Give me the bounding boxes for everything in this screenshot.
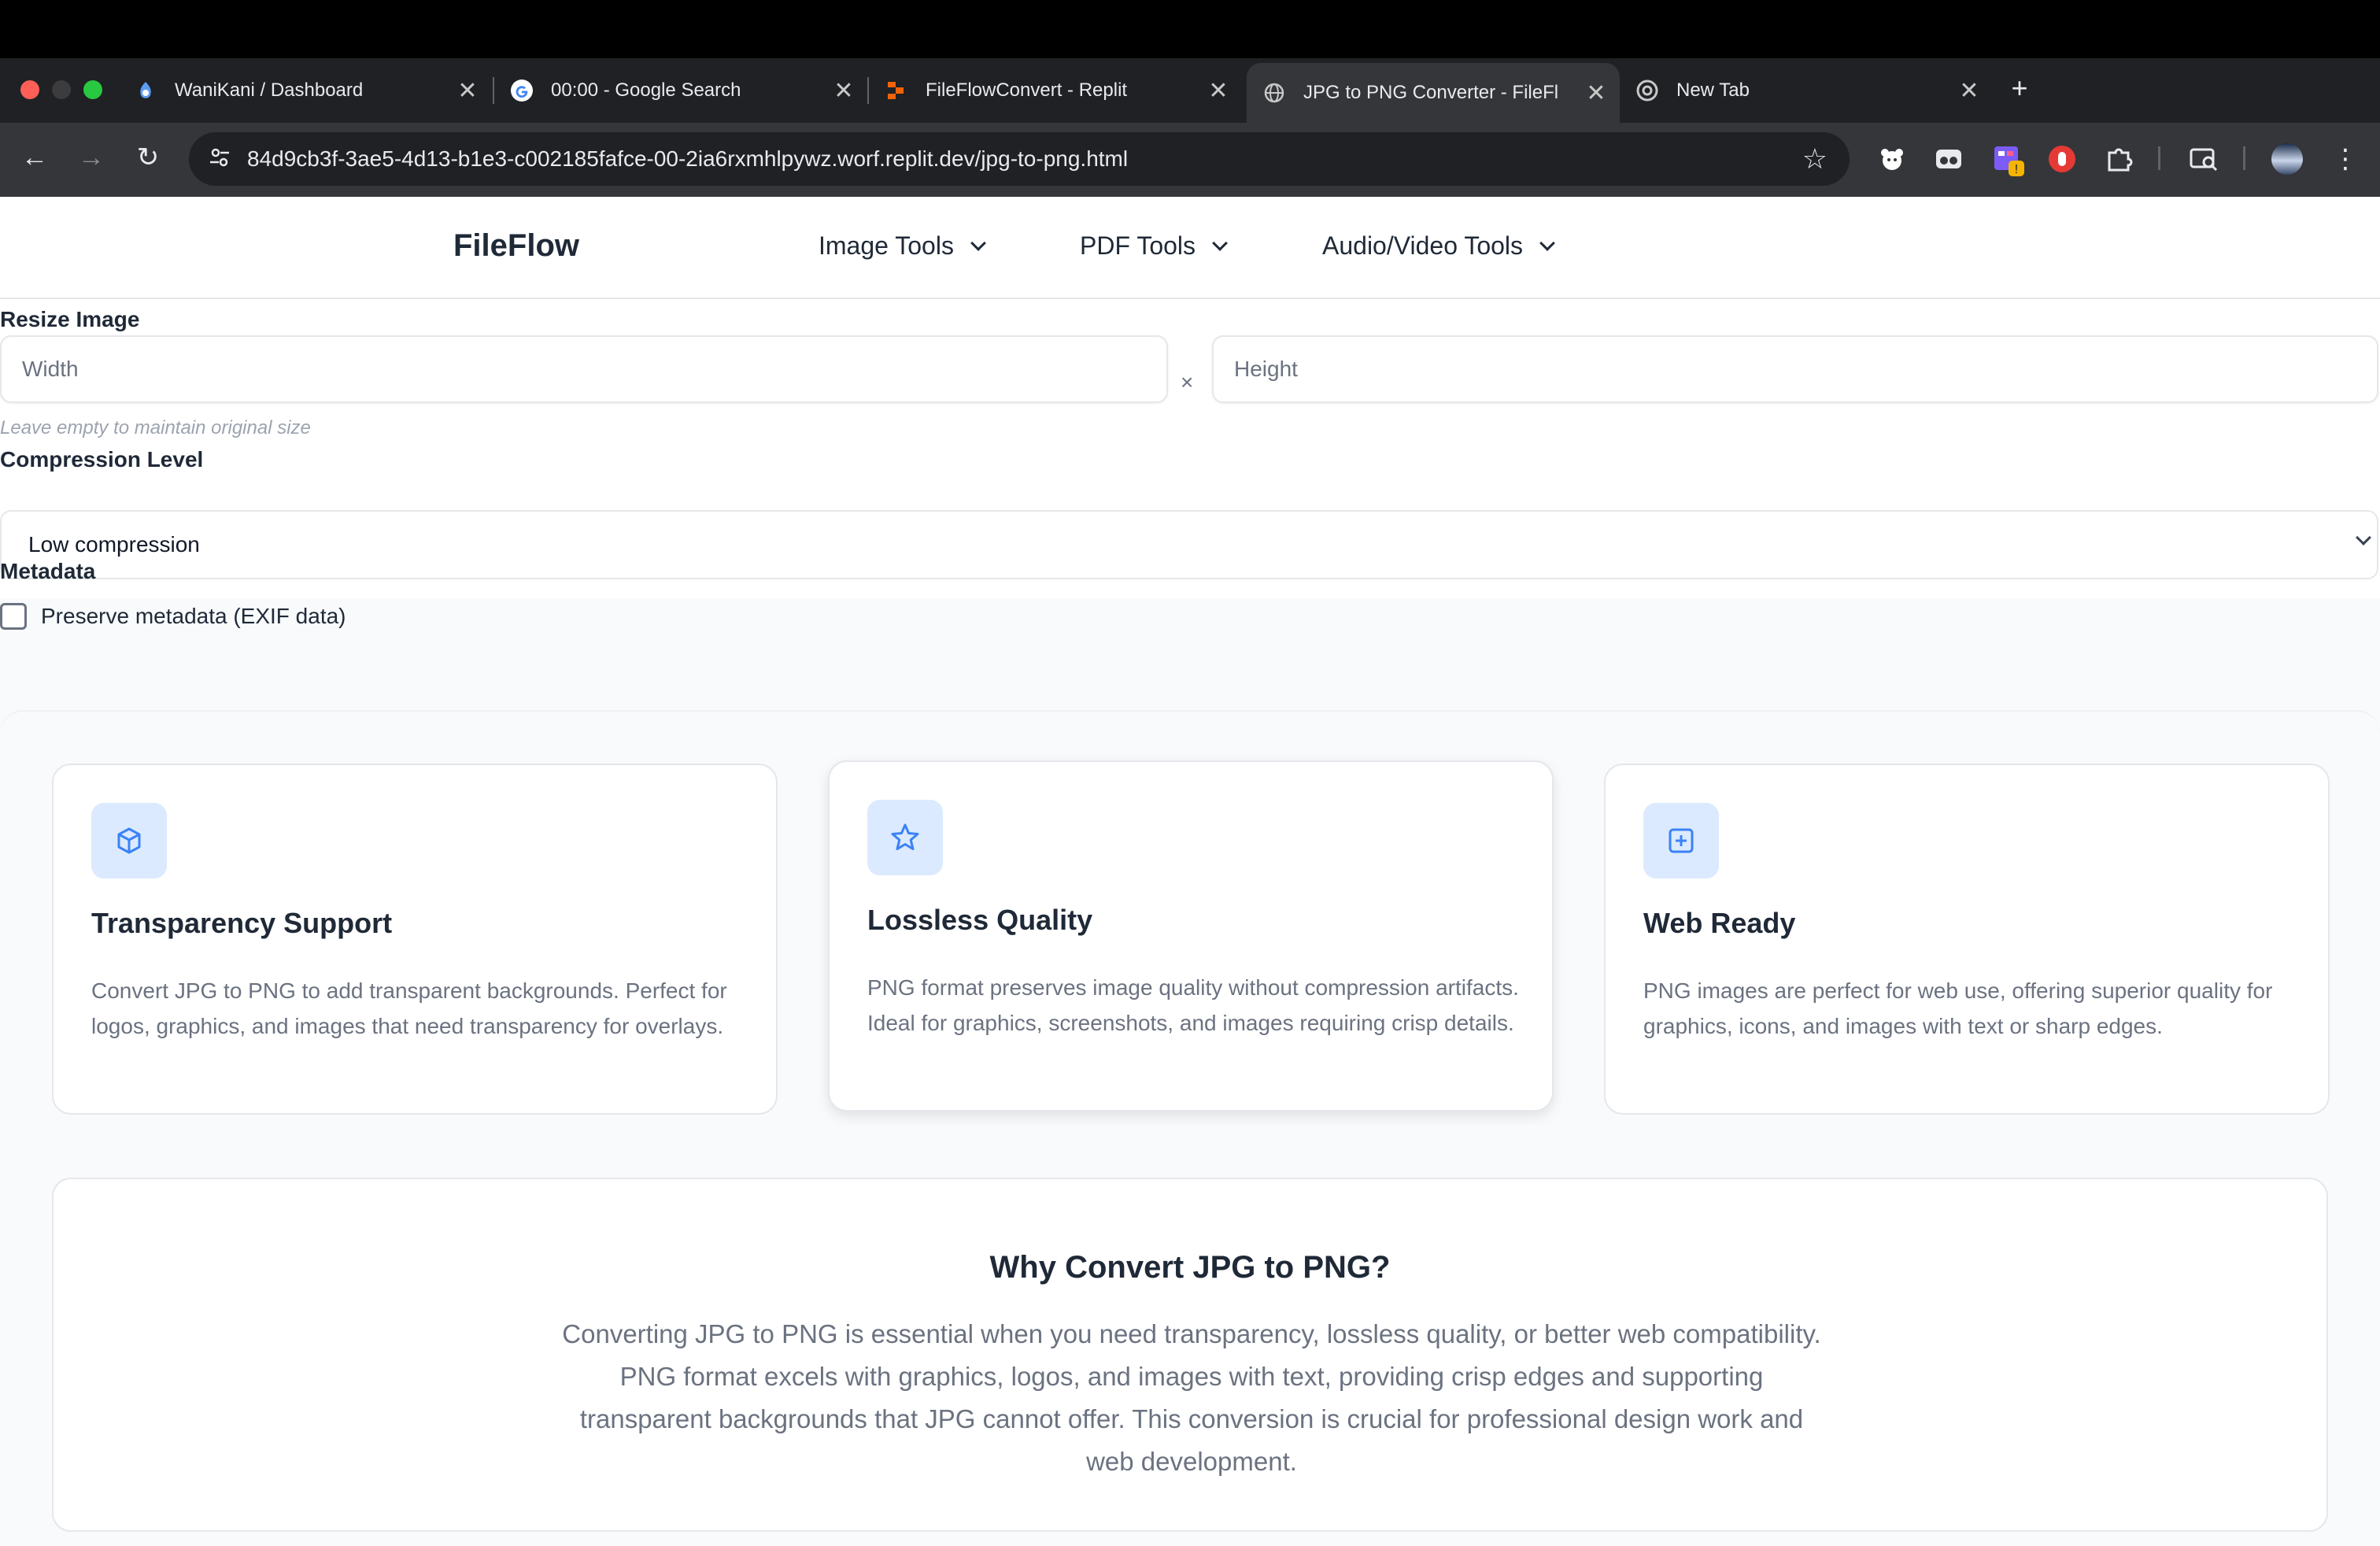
nav-image-tools[interactable]: Image Tools: [819, 231, 986, 261]
tab-replit[interactable]: FileFlowConvert - Replit ✕: [869, 63, 1242, 118]
globe-icon: [1262, 81, 1286, 105]
google-icon: [510, 79, 534, 102]
feature-card-web-ready: Web Ready PNG images are perfect for web…: [1604, 764, 2330, 1115]
preserve-metadata-label[interactable]: Preserve metadata (EXIF data): [41, 604, 346, 629]
chevron-down-icon: [970, 235, 986, 251]
nav-label: Image Tools: [819, 231, 954, 260]
browser-menu-icon[interactable]: ⋮: [2330, 143, 2361, 175]
chevron-down-icon: [2356, 530, 2371, 546]
close-tab-icon[interactable]: ✕: [1953, 77, 1985, 105]
wanikani-icon: [134, 79, 157, 102]
feature-description: PNG images are perfect for web use, offe…: [1643, 978, 2273, 1038]
preserve-metadata-checkbox[interactable]: [0, 603, 27, 630]
reload-icon[interactable]: ↻: [131, 140, 165, 175]
feature-title: Lossless Quality: [867, 904, 1093, 936]
system-menu-bar: [0, 0, 2380, 58]
chevron-down-icon: [1539, 235, 1555, 251]
resize-label: Resize Image: [0, 307, 140, 331]
tab-title: JPG to PNG Converter - FileFl: [1303, 82, 1559, 103]
close-tab-icon[interactable]: ✕: [828, 77, 859, 105]
tab-title: FileFlowConvert - Replit: [926, 80, 1128, 101]
site-logo[interactable]: FileFlow: [453, 228, 579, 264]
replit-icon: [885, 79, 908, 102]
dimension-separator: ×: [1181, 370, 1194, 394]
nav-pdf-tools[interactable]: PDF Tools: [1080, 231, 1228, 261]
site-header: FileFlow Image Tools PDF Tools Audio/Vid…: [0, 197, 2380, 299]
nav-audio-video-tools[interactable]: Audio/Video Tools: [1322, 231, 1555, 261]
why-convert-section: Why Convert JPG to PNG? Converting JPG t…: [52, 1178, 2328, 1532]
preserve-metadata-row[interactable]: Preserve metadata (EXIF data): [0, 603, 346, 630]
star-icon: [867, 800, 943, 875]
profile-avatar[interactable]: [2271, 143, 2303, 175]
compression-selected-value: Low compression: [28, 532, 200, 557]
window-close-button[interactable]: [20, 80, 39, 99]
forward-icon[interactable]: →: [74, 140, 109, 175]
chevron-down-icon: [1212, 235, 1228, 251]
close-tab-icon[interactable]: ✕: [452, 77, 483, 105]
extension-bear-icon[interactable]: [1876, 143, 1908, 175]
feature-card-lossless: Lossless Quality PNG format preserves im…: [828, 760, 1554, 1111]
chrome-icon: [1635, 79, 1659, 102]
metadata-label: Metadata: [0, 559, 96, 583]
extensions-puzzle-icon[interactable]: [2103, 143, 2134, 175]
resize-hint: Leave empty to maintain original size: [0, 417, 311, 438]
cast-search-icon[interactable]: [2188, 143, 2219, 175]
feature-description: PNG format preserves image quality witho…: [867, 975, 1519, 1035]
height-input[interactable]: [1214, 337, 2377, 401]
site-settings-icon[interactable]: [206, 146, 233, 172]
compression-select[interactable]: Low compression: [0, 510, 2378, 579]
tab-google-search[interactable]: 00:00 - Google Search ✕: [494, 63, 867, 118]
tab-wanikani[interactable]: WaniKani / Dashboard ✕: [118, 63, 491, 118]
plus-square-icon: [1643, 803, 1719, 878]
feature-title: Web Ready: [1643, 907, 1796, 939]
nav-label: Audio/Video Tools: [1322, 231, 1524, 260]
width-input[interactable]: [2, 337, 1166, 401]
feature-description: Convert JPG to PNG to add transparent ba…: [91, 978, 727, 1038]
window-maximize-button[interactable]: [83, 80, 102, 99]
extension-glasses-icon[interactable]: [1933, 143, 1964, 175]
tab-new-tab[interactable]: New Tab ✕: [1620, 63, 1993, 118]
page-viewport: FileFlow Image Tools PDF Tools Audio/Vid…: [0, 197, 2380, 1546]
tab-title: New Tab: [1676, 80, 1750, 101]
new-tab-button[interactable]: +: [2004, 72, 2035, 104]
why-convert-heading: Why Convert JPG to PNG?: [989, 1250, 1391, 1285]
tab-title: WaniKani / Dashboard: [175, 80, 364, 101]
svg-text:!: !: [2015, 163, 2018, 176]
close-tab-icon[interactable]: ✕: [1203, 77, 1234, 105]
extension-hand-icon[interactable]: [2046, 143, 2078, 175]
cube-icon: [91, 803, 167, 878]
feature-card-transparency: Transparency Support Convert JPG to PNG …: [52, 764, 778, 1115]
address-bar[interactable]: 84d9cb3f-3ae5-4d13-b1e3-c002185fafce-00-…: [189, 132, 1850, 186]
toolbar-divider: [2158, 146, 2160, 170]
compression-label: Compression Level: [0, 447, 204, 472]
back-icon[interactable]: ←: [17, 140, 52, 175]
feature-title: Transparency Support: [91, 907, 393, 939]
toolbar-divider: [2243, 146, 2245, 170]
tab-title: 00:00 - Google Search: [551, 80, 741, 101]
window-minimize-button[interactable]: [52, 80, 71, 99]
conversion-options: Resize Image × Leave empty to maintain o…: [0, 299, 2380, 598]
close-tab-icon[interactable]: ✕: [1580, 80, 1612, 107]
extension-calendar-icon[interactable]: !: [1991, 143, 2024, 176]
tab-jpg-to-png[interactable]: JPG to PNG Converter - FileFl ✕: [1247, 63, 1620, 123]
why-convert-body: Converting JPG to PNG is essential when …: [562, 1319, 1821, 1476]
nav-label: PDF Tools: [1080, 231, 1196, 260]
bookmark-star-icon[interactable]: ☆: [1802, 143, 1828, 175]
height-input-wrapper: [1212, 335, 2378, 403]
width-input-wrapper: [0, 335, 1168, 403]
url-text[interactable]: 84d9cb3f-3ae5-4d13-b1e3-c002185fafce-00-…: [247, 132, 1128, 186]
